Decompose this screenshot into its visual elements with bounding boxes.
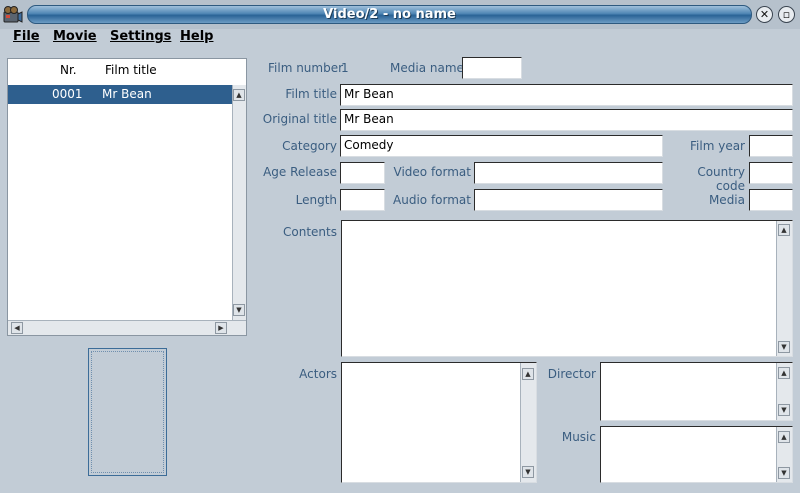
menu-movie-label: Movie — [53, 29, 97, 44]
menu-movie[interactable]: Movie — [53, 29, 97, 46]
actors-scrollbar[interactable] — [520, 363, 536, 482]
contents-textarea[interactable] — [341, 220, 793, 357]
menu-file[interactable]: File — [13, 29, 40, 46]
music-textarea[interactable] — [600, 426, 793, 483]
film-year-field[interactable] — [749, 135, 793, 157]
maximize-button[interactable]: ▫ — [778, 6, 795, 23]
film-number-value: 1 — [341, 61, 349, 75]
length-field[interactable] — [340, 189, 385, 211]
original-title-label: Original title — [262, 112, 337, 126]
music-label: Music — [561, 430, 596, 444]
media-label: Media — [708, 193, 745, 207]
length-label: Length — [295, 193, 337, 207]
film-title-label: Film title — [285, 87, 337, 101]
menu-file-label: File — [13, 29, 40, 44]
scroll-down-icon[interactable]: ▼ — [233, 304, 245, 316]
audio-format-label: Audio format — [393, 193, 471, 207]
menu-help[interactable]: Help — [180, 29, 213, 46]
age-release-field[interactable] — [340, 162, 385, 184]
contents-scrollbar[interactable] — [776, 221, 792, 356]
scroll-up-icon[interactable]: ▲ — [778, 431, 790, 443]
actors-textarea[interactable] — [341, 362, 537, 483]
list-horizontal-scrollbar[interactable] — [8, 320, 246, 335]
window-title: Video/2 - no name — [323, 7, 456, 22]
country-code-label: Country code — [697, 165, 745, 193]
video-format-field[interactable] — [474, 162, 663, 184]
media-name-field[interactable] — [462, 57, 522, 79]
scroll-down-icon[interactable]: ▼ — [778, 341, 790, 353]
category-label: Category — [282, 139, 337, 153]
film-title-field[interactable]: Mr Bean — [340, 84, 793, 106]
column-header-film-title[interactable]: Film title — [105, 63, 157, 77]
scroll-down-icon[interactable]: ▼ — [778, 467, 790, 479]
age-release-label: Age Release — [263, 165, 337, 179]
category-field[interactable]: Comedy — [340, 135, 663, 157]
menu-settings[interactable]: Settings — [110, 29, 171, 46]
close-icon: ✕ — [759, 8, 770, 21]
close-button[interactable]: ✕ — [756, 6, 773, 23]
contents-label: Contents — [283, 225, 337, 239]
scroll-right-icon[interactable]: ▶ — [215, 322, 227, 334]
scroll-left-icon[interactable]: ◀ — [11, 322, 23, 334]
scroll-up-icon[interactable]: ▲ — [778, 224, 790, 236]
director-textarea[interactable] — [600, 362, 793, 421]
column-header-nr[interactable]: Nr. — [60, 63, 77, 77]
audio-format-field[interactable] — [474, 189, 663, 211]
country-code-field[interactable] — [749, 162, 793, 184]
film-year-label: Film year — [690, 139, 745, 153]
cover-image-placeholder — [91, 351, 164, 473]
media-name-label: Media name — [390, 61, 464, 75]
menu-settings-label: Settings — [110, 29, 172, 44]
row-nr: 0001 — [52, 87, 83, 101]
film-number-label: Film number — [268, 61, 344, 75]
scroll-up-icon[interactable]: ▲ — [522, 368, 534, 380]
film-camera-icon[interactable] — [3, 5, 23, 24]
row-film-title: Mr Bean — [102, 87, 152, 101]
actors-label: Actors — [299, 367, 337, 381]
menu-help-label: Help — [180, 29, 214, 44]
video-format-label: Video format — [393, 165, 471, 179]
media-field[interactable] — [749, 189, 793, 211]
scroll-up-icon[interactable]: ▲ — [778, 367, 790, 379]
original-title-field[interactable]: Mr Bean — [340, 109, 793, 131]
director-label: Director — [547, 367, 596, 381]
maximize-icon: ▫ — [782, 8, 791, 21]
scroll-down-icon[interactable]: ▼ — [522, 466, 534, 478]
scroll-down-icon[interactable]: ▼ — [778, 404, 790, 416]
